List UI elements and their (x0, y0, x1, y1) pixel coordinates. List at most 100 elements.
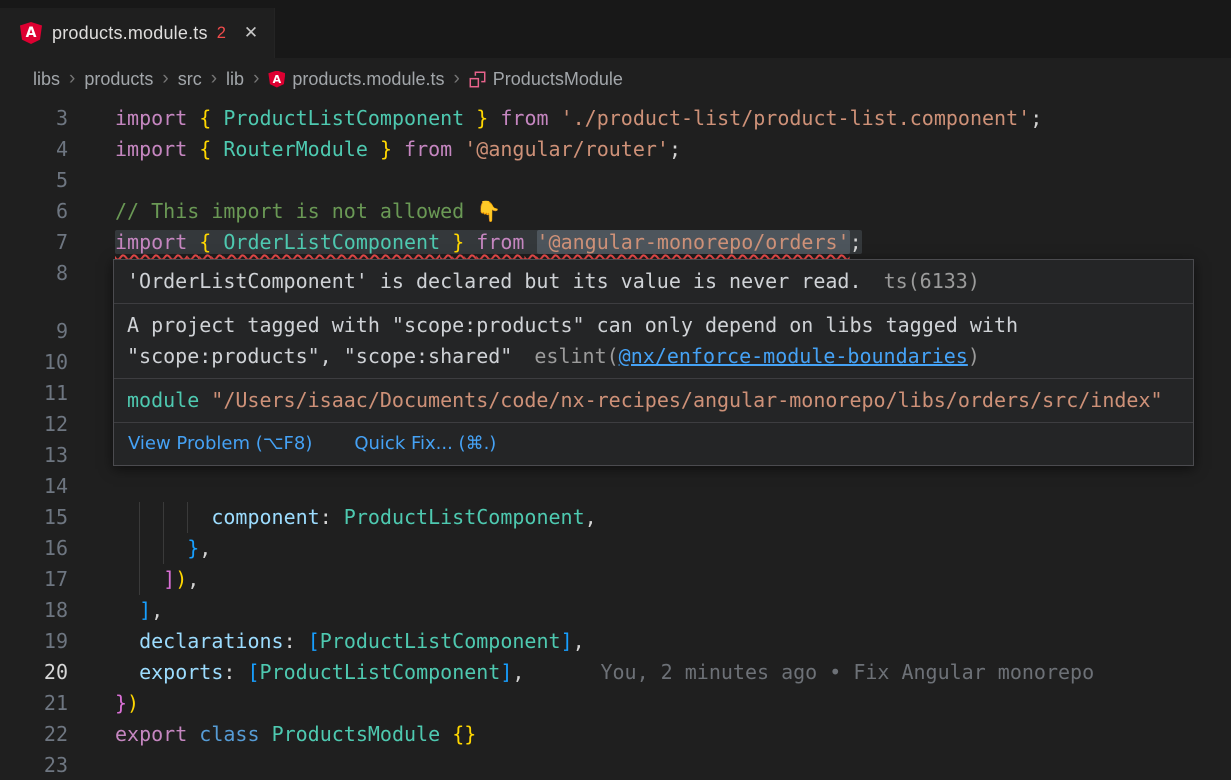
line-number[interactable]: 18 (0, 595, 68, 626)
line-number[interactable]: 3 (0, 103, 68, 134)
line-text: export class ProductsModule {} (115, 722, 476, 746)
line-number[interactable]: 20 (0, 657, 68, 688)
breadcrumb-label: products.module.ts (292, 69, 444, 90)
line-number[interactable]: 4 (0, 134, 68, 165)
line-number[interactable]: 23 (0, 750, 68, 780)
code-token: OrderListComponent (223, 230, 440, 254)
code-line-20[interactable]: 20 exports: [ProductListComponent],You, … (0, 657, 1231, 688)
code-line-5[interactable]: 5 (0, 165, 1231, 196)
line-number[interactable]: 5 (0, 165, 68, 196)
breadcrumb-item-lib[interactable]: lib (226, 69, 244, 90)
code-token (488, 106, 500, 130)
view-problem-action[interactable]: View Problem (⌥F8) (128, 433, 312, 455)
code-token: , (512, 660, 524, 684)
breadcrumb-item-products.module.ts[interactable]: Aproducts.module.ts (268, 69, 444, 90)
code-token: export (115, 722, 187, 746)
code-token: ] (500, 660, 512, 684)
code-line-23[interactable]: 23 (0, 750, 1231, 780)
code-token: './product-list/product-list.component' (561, 106, 1031, 130)
code-token: ; (669, 137, 681, 161)
code-token: [ (308, 629, 320, 653)
code-token: from (500, 106, 548, 130)
line-number[interactable]: 17 (0, 564, 68, 595)
line-number[interactable]: 9 (0, 316, 68, 347)
code-token: } (452, 230, 464, 254)
line-number[interactable]: 7 (0, 227, 68, 258)
breadcrumb-item-products[interactable]: products (84, 69, 153, 90)
code-token: import (115, 106, 187, 130)
line-number[interactable]: 21 (0, 688, 68, 719)
breadcrumb-item-src[interactable]: src (178, 69, 202, 90)
hover-module-row: module "/Users/isaac/Documents/code/nx-r… (114, 379, 1193, 423)
code-token: ProductListComponent (320, 629, 561, 653)
line-content (115, 471, 1231, 502)
breadcrumb: libs›products›src›lib›Aproducts.module.t… (0, 58, 1231, 100)
code-line-19[interactable]: 19 declarations: [ProductListComponent], (0, 626, 1231, 657)
code-token (115, 505, 211, 529)
line-text: import { OrderListComponent } from '@ang… (115, 230, 862, 254)
code-line-22[interactable]: 22 export class ProductsModule {} (0, 719, 1231, 750)
breadcrumb-label: products (84, 69, 153, 90)
quick-fix-action[interactable]: Quick Fix... (⌘.) (354, 433, 496, 455)
breadcrumb-item-libs[interactable]: libs (33, 69, 60, 90)
hover-ts-row: 'OrderListComponent' is declared but its… (114, 260, 1193, 304)
tab-problems-badge: 2 (217, 24, 226, 43)
code-token (115, 598, 139, 622)
code-token: [ (247, 660, 259, 684)
code-token: ] (139, 598, 151, 622)
code-line-14[interactable]: 14 (0, 471, 1231, 502)
code-line-16[interactable]: 16 }, (0, 533, 1231, 564)
line-number[interactable]: 8 (0, 258, 68, 289)
ts-message: 'OrderListComponent' is declared but its… (127, 269, 862, 293)
code-token (524, 230, 536, 254)
line-number[interactable]: 16 (0, 533, 68, 564)
code-token: ; (850, 230, 862, 254)
code-line-15[interactable]: 15 component: ProductListComponent, (0, 502, 1231, 533)
line-content: import { ProductListComponent } from './… (115, 103, 1231, 134)
code-line-18[interactable]: 18 ], (0, 595, 1231, 626)
code-token: component (211, 505, 319, 529)
code-token: '@angular-monorepo/orders' (537, 230, 850, 254)
angular-icon: A (20, 22, 42, 44)
hover-eslint-row: A project tagged with "scope:products" c… (114, 304, 1193, 379)
eslint-rule-link[interactable]: @nx/enforce-module-boundaries (619, 344, 968, 368)
line-number[interactable]: 22 (0, 719, 68, 750)
close-icon[interactable]: ✕ (244, 23, 258, 43)
line-number[interactable]: 19 (0, 626, 68, 657)
code-line-7[interactable]: 7 import { OrderListComponent } from '@an… (0, 227, 1231, 258)
line-number[interactable]: 15 (0, 502, 68, 533)
line-content: component: ProductListComponent, (115, 502, 1231, 533)
code-token: ProductListComponent (260, 660, 501, 684)
editor: 3 import { ProductListComponent } from '.… (0, 100, 1231, 780)
line-number[interactable]: 6 (0, 196, 68, 227)
line-number[interactable]: 11 (0, 378, 68, 409)
breadcrumb-item-ProductsModule[interactable]: ProductsModule (469, 69, 623, 90)
code-token (368, 137, 380, 161)
code-line-3[interactable]: 3 import { ProductListComponent } from '.… (0, 103, 1231, 134)
code-line-21[interactable]: 21}) (0, 688, 1231, 719)
code-token: RouterModule (223, 137, 368, 161)
code-line-6[interactable]: 6 // This import is not allowed 👇 (0, 196, 1231, 227)
code-token (260, 722, 272, 746)
code-token (464, 106, 476, 130)
line-content: // This import is not allowed 👇 (115, 196, 1231, 227)
line-text: import { RouterModule } from '@angular/r… (115, 137, 681, 161)
code-token: // This import is not allowed 👇 (115, 199, 501, 223)
line-number[interactable]: 12 (0, 409, 68, 440)
code-token: , (151, 598, 163, 622)
code-token: ] (163, 567, 175, 591)
code-token: , (573, 629, 585, 653)
code-token (549, 106, 561, 130)
breadcrumb-separator: › (211, 68, 217, 90)
code-line-17[interactable]: 17 ]), (0, 564, 1231, 595)
code-line-4[interactable]: 4 import { RouterModule } from '@angular/… (0, 134, 1231, 165)
code-token: ] (561, 629, 573, 653)
tab-products-module[interactable]: A products.module.ts 2 ✕ (0, 8, 275, 58)
breadcrumb-label: libs (33, 69, 60, 90)
line-number[interactable]: 14 (0, 471, 68, 502)
angular-icon: A (268, 71, 285, 88)
line-number[interactable]: 10 (0, 347, 68, 378)
eslint-source-open: eslint( (534, 344, 618, 368)
line-number[interactable]: 13 (0, 440, 68, 471)
line-text: ]), (115, 567, 199, 591)
